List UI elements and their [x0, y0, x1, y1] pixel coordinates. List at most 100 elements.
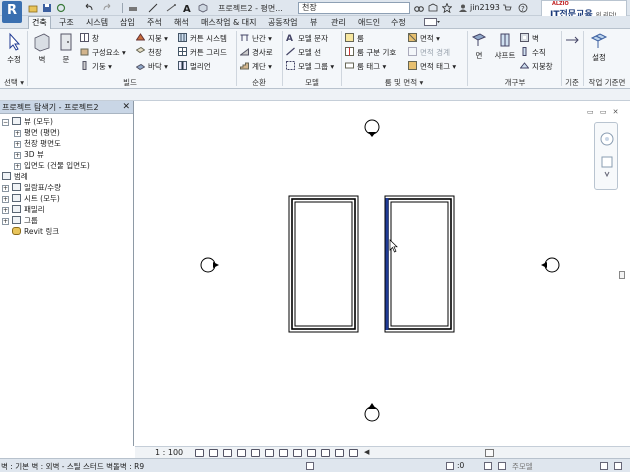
tab-systems[interactable]: 시스템 [86, 17, 108, 28]
active-model-label[interactable]: 주모델 [512, 461, 533, 472]
open-icon[interactable] [28, 3, 38, 13]
zoom-icon[interactable] [601, 156, 613, 168]
horizontal-scroll-handle[interactable] [485, 449, 494, 457]
tab-structure[interactable]: 구조 [59, 17, 74, 28]
wall-rectangle-left[interactable] [288, 195, 359, 333]
tree-item-3d-views[interactable]: +3D 뷰 [14, 149, 44, 160]
elevation-marker-east[interactable] [541, 257, 560, 273]
analytical-model-icon[interactable] [335, 449, 344, 457]
ribbon-minimize-icon[interactable] [424, 18, 440, 29]
cart-icon[interactable] [502, 3, 512, 13]
close-icon[interactable]: ✕ [122, 101, 130, 114]
editable-only-icon[interactable] [484, 462, 492, 470]
print-icon[interactable] [128, 3, 138, 13]
tab-modify[interactable]: 수정 [391, 17, 406, 28]
by-face-button[interactable]: 면 [470, 32, 488, 61]
vertical-opening-button[interactable]: 수직 [520, 47, 546, 58]
binoculars-icon[interactable] [414, 3, 424, 13]
help-icon[interactable]: ? [518, 3, 528, 13]
sync-icon[interactable] [56, 3, 66, 13]
expand-icon[interactable]: + [14, 163, 21, 170]
tab-architecture[interactable]: 건축 [28, 16, 51, 29]
tree-item-views[interactable]: − 뷰 (모두) [2, 116, 53, 127]
tree-item-elevations[interactable]: + 입면도 (건물 입면도) [14, 160, 90, 171]
modify-button[interactable]: 수정 [3, 32, 25, 65]
show-crop-region-icon[interactable] [279, 449, 288, 457]
stair-button[interactable]: 계단 ▾ [240, 61, 272, 72]
highlight-displacement-icon[interactable] [349, 449, 358, 457]
mullion-button[interactable]: 멀리언 [178, 61, 211, 72]
tab-annotate[interactable]: 주석 [147, 17, 162, 28]
view-scale[interactable]: 1 : 100 [155, 448, 183, 457]
reveal-hidden-icon[interactable] [321, 449, 330, 457]
tree-item-revit-links[interactable]: Revit 링크 [12, 226, 59, 237]
view-window-controls[interactable]: ▭ ▭ ✕ [587, 108, 621, 116]
group-label-select[interactable]: 선택 ▾ [3, 77, 25, 88]
tree-item-sheets[interactable]: + 시트 (모두) [2, 193, 60, 204]
design-options-icon[interactable] [498, 462, 506, 470]
scroll-left-icon[interactable]: ◀ [364, 448, 369, 456]
model-line-button[interactable]: 모델 선 [286, 47, 321, 58]
group-label-room-area[interactable]: 룸 및 면적 ▾ [343, 77, 465, 88]
app-menu-button[interactable]: R [2, 1, 22, 23]
wall-button[interactable]: 벽 [31, 32, 53, 65]
temporary-hide-icon[interactable] [307, 449, 316, 457]
expand-icon[interactable]: + [14, 152, 21, 159]
ceiling-button[interactable]: 천장 [135, 46, 162, 58]
expand-icon[interactable]: + [14, 141, 21, 148]
user-name[interactable]: jin2193 [470, 3, 500, 12]
tag-room-button[interactable]: 룸 태그 ▾ [345, 61, 386, 72]
undo-icon[interactable] [84, 3, 94, 13]
set-work-plane-button[interactable]: 설정 [588, 32, 610, 63]
crop-view-icon[interactable] [265, 449, 274, 457]
tree-item-families[interactable]: + 패밀리 [2, 204, 45, 215]
tree-item-ceiling-plans[interactable]: + 천장 평면도 [14, 138, 61, 149]
worksets-icon[interactable] [306, 462, 314, 470]
lock-3d-view-icon[interactable] [293, 449, 302, 457]
expand-icon[interactable]: + [2, 207, 9, 214]
navigation-bar[interactable] [594, 122, 618, 190]
wall-opening-button[interactable]: 벽 [520, 33, 539, 44]
floor-button[interactable]: 바닥 ▾ [135, 61, 168, 72]
expand-icon[interactable]: + [2, 196, 9, 203]
elevation-marker-north[interactable] [364, 119, 380, 137]
ramp-button[interactable]: 경사로 [239, 47, 273, 58]
expand-icon[interactable]: + [2, 185, 9, 192]
scroll-handle[interactable] [619, 271, 625, 279]
expand-icon[interactable]: + [2, 218, 9, 225]
door-button[interactable]: 문 [55, 32, 77, 65]
room-separator-button[interactable]: 룸 구분 기호 [345, 47, 396, 58]
favorites-star-icon[interactable] [441, 2, 453, 14]
curtain-system-button[interactable]: 커튼 시스템 [178, 33, 227, 44]
subscription-icon[interactable] [428, 3, 438, 13]
filter-icon[interactable] [446, 462, 454, 470]
redo-icon[interactable] [102, 3, 112, 13]
wall-rectangle-right[interactable] [384, 195, 455, 333]
curtain-grid-button[interactable]: 커튼 그리드 [178, 47, 227, 58]
tab-insert[interactable]: 삽입 [120, 17, 135, 28]
component-button[interactable]: 구성요소 ▾ [80, 47, 126, 58]
tab-collaborate[interactable]: 공동작업 [268, 17, 297, 28]
tab-massing-site[interactable]: 매스작업 & 대지 [201, 17, 256, 28]
tab-view[interactable]: 뷰 [310, 17, 317, 28]
elevation-marker-west[interactable] [200, 257, 219, 273]
tree-item-groups[interactable]: + 그룹 [2, 215, 38, 226]
select-links-icon[interactable] [600, 462, 608, 470]
save-icon[interactable] [42, 3, 52, 13]
elevation-marker-south[interactable] [364, 403, 380, 422]
window-button[interactable]: 창 [80, 33, 99, 44]
model-group-button[interactable]: 모델 그룹 ▾ [286, 61, 334, 72]
search-input[interactable]: 천장 [298, 2, 410, 14]
visual-style-icon[interactable] [209, 449, 218, 457]
room-button[interactable]: 룸 [345, 33, 364, 44]
model-text-button[interactable]: A 모델 문자 [286, 33, 328, 44]
dormer-button[interactable]: 지붕창 [519, 61, 553, 72]
area-boundary-button[interactable]: 면적 경계 [408, 47, 450, 58]
tab-addins[interactable]: 애드인 [358, 17, 380, 28]
shaft-button[interactable]: 샤프트 [492, 32, 518, 61]
sun-path-icon[interactable] [223, 449, 232, 457]
expand-icon[interactable]: + [14, 130, 21, 137]
filter-funnel-icon[interactable] [614, 462, 622, 470]
level-button[interactable] [564, 32, 580, 50]
tree-item-legends[interactable]: 범례 [2, 171, 28, 182]
